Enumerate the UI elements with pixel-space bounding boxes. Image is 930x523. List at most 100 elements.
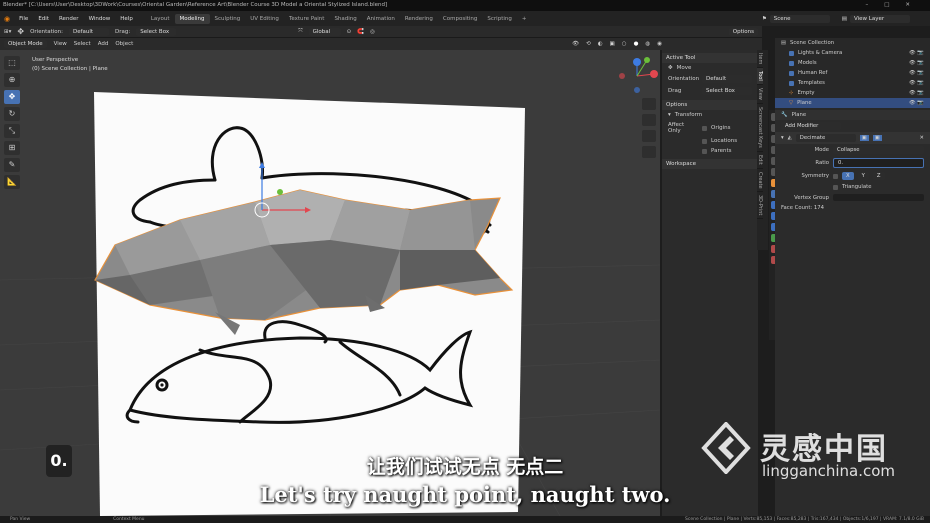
rotate-tool-icon[interactable]: ↻ [4,107,20,121]
mode-dropdown[interactable]: Object Mode [4,40,47,48]
tab-item[interactable]: Item [757,50,763,69]
outliner-item-models[interactable]: Models 👁 📷 [775,58,930,68]
eye-icon[interactable]: 👁 📷 [909,58,924,68]
shading-wireframe-icon[interactable]: ○ [622,41,627,47]
scale-tool-icon[interactable]: ⤡ [4,124,20,138]
eye-icon[interactable]: 👁 📷 [909,98,924,108]
locations-checkbox[interactable] [702,138,707,144]
vertex-group-field[interactable] [833,194,924,201]
add-workspace-button[interactable]: + [517,14,532,24]
active-tool-header[interactable]: Active Tool [662,53,758,63]
outliner-item-human-ref[interactable]: Human Ref 👁 📷 [775,68,930,78]
menu-file[interactable]: File [14,16,33,22]
axis-y-button[interactable]: Y [857,172,869,180]
add-modifier-button[interactable]: Add Modifier [781,122,841,130]
tab-view[interactable]: View [757,85,763,104]
outliner-root[interactable]: ▤ Scene Collection [775,38,930,48]
tab-create[interactable]: Create [757,169,763,193]
ratio-input[interactable]: 0. [833,158,924,168]
overlay-toggle-icon[interactable]: ◐ [598,41,603,47]
options-dropdown[interactable]: Options [728,27,758,36]
triangulate-checkbox[interactable] [833,184,838,190]
axis-x-button[interactable]: X [842,172,854,180]
menu-add[interactable]: Add [98,41,109,47]
tab-edit[interactable]: Edit [757,152,763,169]
outliner-item-templates[interactable]: Templates 👁 📷 [775,78,930,88]
navigation-gizmo[interactable] [619,57,658,93]
tab-shading[interactable]: Shading [329,14,361,24]
proportional-edit-icon[interactable]: ◎ [370,29,375,35]
show-in-viewport-icon[interactable]: ▣ [872,135,882,141]
include-checkbox[interactable] [789,50,794,56]
transform-tool-icon[interactable]: ⊞ [4,141,20,155]
move-tool-button[interactable]: ✥ [4,90,20,104]
tab-animation[interactable]: Animation [362,14,400,24]
eye-icon[interactable]: 👁 📷 [909,68,924,78]
tab-scripting[interactable]: Scripting [482,14,516,24]
window-controls[interactable]: –□✕ [865,0,926,11]
outliner-item-empty[interactable]: ⊹ Empty 👁 📷 [775,88,930,98]
gizmo-toggle-icon[interactable]: ⟲ [586,41,591,47]
pivot-icon[interactable]: ⊙ [347,29,352,35]
outliner-item-plane[interactable]: ▽ Plane 👁 📷 [775,98,930,108]
axis-z-button[interactable]: Z [872,172,885,180]
include-checkbox[interactable] [789,80,794,86]
snap-icon[interactable]: 🧲 [357,29,364,35]
tab-3d-print[interactable]: 3D-Print [757,192,763,220]
modifier-name-field[interactable]: Decimate [795,134,856,142]
editor-type-icon[interactable]: ⊞▾ [4,29,11,35]
include-checkbox[interactable] [789,60,794,66]
workspace-header[interactable]: Workspace [662,159,758,169]
scene-selector[interactable]: Scene [769,14,830,23]
select-tool-icon[interactable]: ⬚ [4,56,20,70]
orientation-field[interactable]: Default [702,75,752,83]
shading-material-icon[interactable]: ◍ [645,41,650,47]
menu-help[interactable]: Help [115,16,138,22]
menu-view[interactable]: View [54,41,67,47]
tab-modeling[interactable]: Modeling [174,13,210,24]
orientation-dropdown[interactable]: Default [68,27,109,36]
tab-tool[interactable]: Tool [757,68,763,86]
outliner-item-lights-camera[interactable]: Lights & Camera 👁 📷 [775,48,930,58]
tab-rendering[interactable]: Rendering [400,14,438,24]
origins-checkbox[interactable] [702,125,707,131]
tab-compositing[interactable]: Compositing [438,14,482,24]
menu-select[interactable]: Select [74,41,91,47]
transform-orientation-dropdown[interactable]: Global [308,27,341,36]
blender-logo-icon[interactable]: ◉ [0,15,14,23]
eye-icon[interactable]: 👁 📷 [909,78,924,88]
3d-viewport[interactable]: User Perspective (0) Scene Collection | … [0,50,660,516]
shading-solid-icon[interactable]: ● [634,41,639,47]
cursor-tool-icon[interactable]: ⊕ [4,73,20,87]
tab-sculpting[interactable]: Sculpting [210,14,246,24]
options-header[interactable]: Options [662,100,758,110]
shading-rendered-icon[interactable]: ◉ [657,41,662,47]
transform-subheader[interactable]: ▾ Transform [662,110,758,120]
menu-window[interactable]: Window [84,16,116,22]
show-in-editmode-icon[interactable]: ▣ [859,135,869,141]
viewport-nav-buttons[interactable] [642,98,656,158]
close-icon[interactable]: ✕ [920,135,924,141]
drag-dropdown[interactable]: Select Box [136,27,177,36]
menu-edit[interactable]: Edit [33,16,54,22]
chevron-down-icon[interactable]: ▾ [781,135,784,141]
visibility-icon[interactable]: 👁 [572,41,579,47]
menu-object[interactable]: Object [115,41,133,47]
parents-checkbox[interactable] [702,148,707,154]
eye-icon[interactable]: 👁 📷 [909,48,924,58]
measure-tool-icon[interactable]: 📐 [4,175,20,189]
view-layer-selector[interactable]: View Layer [850,14,910,23]
tab-texture-paint[interactable]: Texture Paint [284,14,330,24]
symmetry-checkbox[interactable] [833,173,838,179]
modifier-header: ▾ ◭ Decimate ▣ ▣ ✕ [775,132,930,144]
tab-screencast-keys[interactable]: Screencast Keys [757,104,763,152]
drag-field[interactable]: Select Box [702,87,752,95]
eye-icon[interactable]: 👁 📷 [909,88,924,98]
xray-icon[interactable]: ▣ [610,41,615,47]
tab-uv-editing[interactable]: UV Editing [245,14,284,24]
menu-render[interactable]: Render [54,16,84,22]
tab-layout[interactable]: Layout [146,14,175,24]
annotate-tool-icon[interactable]: ✎ [4,158,20,172]
mode-dropdown[interactable]: Collapse [833,146,924,154]
include-checkbox[interactable] [789,70,794,76]
